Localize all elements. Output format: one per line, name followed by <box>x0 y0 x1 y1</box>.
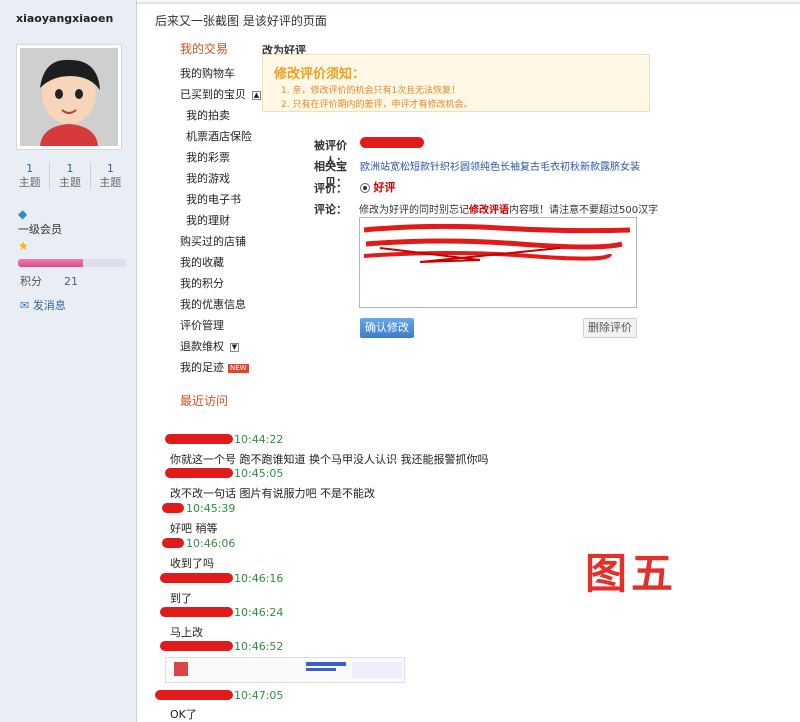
comment-hint: 修改为好评的同时别忘记修改评语内容哦！请注意不要超过500汉字 <box>359 205 659 216</box>
chat-timestamp: 10:44:22 <box>234 433 284 446</box>
nav-item[interactable]: 我的游戏 <box>180 168 280 189</box>
nav-item[interactable]: 我的理财 <box>180 210 280 231</box>
redaction-mark <box>165 468 233 478</box>
nav-item-label: 我的足迹 <box>180 361 224 374</box>
profile-sidebar: xiaoyangxiaoen 1 主题 1 主题 1 主题 ◆ 一级会员 ★ 积… <box>0 0 137 722</box>
recent-visits-title[interactable]: 最近访问 <box>180 392 228 409</box>
chat-timestamp: 10:46:24 <box>234 606 284 619</box>
redaction-mark <box>162 503 184 513</box>
chat-timestamp: 10:45:05 <box>234 467 284 480</box>
redaction-mark <box>165 434 233 444</box>
points-row: 积分 21 <box>20 273 78 289</box>
rating-value: 好评 <box>373 181 396 194</box>
avatar-image <box>20 48 118 146</box>
nav-item-label: 我的游戏 <box>186 172 230 185</box>
notice-box: 修改评价须知： 1. 亲，修改评价的机会只有1次且无法恢复！ 2. 只有在评价期… <box>262 54 650 112</box>
delete-review-button[interactable]: 删除评价 <box>583 318 637 338</box>
redaction-mark <box>160 573 233 583</box>
collapse-icon[interactable]: ▲ <box>252 90 261 100</box>
nav-item[interactable]: 我的积分 <box>180 273 280 294</box>
redaction-mark <box>155 690 233 700</box>
chat-message: 收到了吗 <box>170 557 214 570</box>
points-value[interactable]: 21 <box>64 275 78 288</box>
nav-item-label: 我的拍卖 <box>186 109 230 122</box>
notice-line-1: 1. 亲，修改评价的机会只有1次且无法恢复！ <box>281 86 461 96</box>
item-link[interactable]: 欧洲站宽松短款针织衫圆领纯色长袖复古毛衣初秋新款露脐女装 <box>360 158 640 173</box>
top-bar <box>137 0 800 4</box>
chat-message: 马上改 <box>170 626 203 639</box>
new-badge: NEW <box>228 363 249 373</box>
nav-item-label: 我的电子书 <box>186 193 241 206</box>
chat-timestamp: 10:46:06 <box>186 537 236 550</box>
notice-line-2: 2. 只有在评价期内的差评，申评才有修改机会。 <box>281 100 473 110</box>
username[interactable]: xiaoyangxiaoen <box>16 12 113 25</box>
comment-textarea[interactable] <box>359 217 637 308</box>
chat-timestamp: 10:46:52 <box>234 640 284 653</box>
figure-stamp: 图五 <box>585 549 678 598</box>
post-caption: 后来又一张截图 是该好评的页面 <box>155 14 327 28</box>
chat-message: OK了 <box>170 708 197 721</box>
thumbnail-link-lines <box>306 668 336 671</box>
nav-item-label: 我的收藏 <box>180 256 224 269</box>
comment-label: 评论： <box>314 203 347 216</box>
nav-item[interactable]: 我的收藏 <box>180 252 280 273</box>
member-level: ◆ 一级会员 ★ <box>18 206 62 254</box>
nav-item-label: 我的积分 <box>180 277 224 290</box>
thumbnail-image <box>174 662 188 676</box>
thumbnail-link-lines <box>306 662 346 666</box>
chat-timestamp: 10:47:05 <box>234 689 284 702</box>
stat-topics-2[interactable]: 1 主题 <box>50 162 91 190</box>
nav-item[interactable]: 我的优惠信息 <box>180 294 280 315</box>
nav-item-label: 我的优惠信息 <box>180 298 246 311</box>
chat-message: 你就这一个号 跑不跑谁知道 换个马甲没人认识 我还能报警抓你吗 <box>170 453 489 466</box>
nav-item-label: 机票酒店保险 <box>186 130 252 143</box>
nav-item[interactable]: 评价管理 <box>180 315 280 336</box>
stat-topics-1[interactable]: 1 主题 <box>10 162 51 190</box>
points-progress-fill <box>18 259 83 267</box>
scribbled-out-comment <box>363 223 631 263</box>
nav-item-label: 购买过的店铺 <box>180 235 246 248</box>
shared-item-thumbnail[interactable] <box>165 657 405 683</box>
stats-row: 1 主题 1 主题 1 主题 <box>10 162 130 190</box>
chat-timestamp: 10:46:16 <box>234 572 284 585</box>
avatar-frame[interactable] <box>16 44 122 150</box>
nav-item-label: 我的理财 <box>186 214 230 227</box>
nav-item[interactable]: 退款维权 ▼ <box>180 336 280 357</box>
redaction-mark <box>160 607 233 617</box>
nav-item-label: 我的彩票 <box>186 151 230 164</box>
nav-item-label: 已买到的宝贝 <box>180 88 246 101</box>
confirm-edit-button[interactable]: 确认修改 <box>360 318 414 338</box>
nav-item-label: 我的购物车 <box>180 67 235 80</box>
star-icon: ★ <box>18 239 29 253</box>
nav-item[interactable]: 我的电子书 <box>180 189 280 210</box>
nav-item-label: 退款维权 <box>180 340 224 353</box>
send-message-link[interactable]: ✉ 发消息 <box>20 297 66 313</box>
chat-message: 到了 <box>170 592 192 605</box>
points-label: 积分 <box>20 275 42 288</box>
nav-item[interactable]: 机票酒店保险 <box>180 126 280 147</box>
chat-message: 好吧 稍等 <box>170 522 218 535</box>
level-label: 一级会员 <box>18 223 62 236</box>
stat-topics-3[interactable]: 1 主题 <box>91 162 130 190</box>
expand-icon[interactable]: ▼ <box>230 342 239 352</box>
rating-option[interactable]: 好评 <box>360 179 396 195</box>
diamond-icon: ◆ <box>18 207 28 221</box>
avatar <box>20 48 118 146</box>
rating-label: 评价： <box>314 182 347 195</box>
notice-title: 修改评价须知： <box>274 67 366 82</box>
nav-item-label: 评价管理 <box>180 319 224 332</box>
redaction-mark <box>360 137 424 148</box>
nav-item[interactable]: 我的彩票 <box>180 147 280 168</box>
redaction-mark <box>162 538 184 548</box>
nav-item[interactable]: 购买过的店铺 <box>180 231 280 252</box>
chat-message: 改不改一句话 图片有说服力吧 不是不能改 <box>170 487 375 500</box>
radio-selected-icon[interactable] <box>360 183 370 193</box>
nav-item[interactable]: 我的足迹 NEW <box>180 357 280 378</box>
mail-icon: ✉ <box>20 299 30 312</box>
points-progress-bar <box>18 259 126 267</box>
thumbnail-preview <box>352 662 402 678</box>
chat-timestamp: 10:45:39 <box>186 502 236 515</box>
redaction-mark <box>160 641 233 651</box>
send-message-label: 发消息 <box>32 299 66 312</box>
